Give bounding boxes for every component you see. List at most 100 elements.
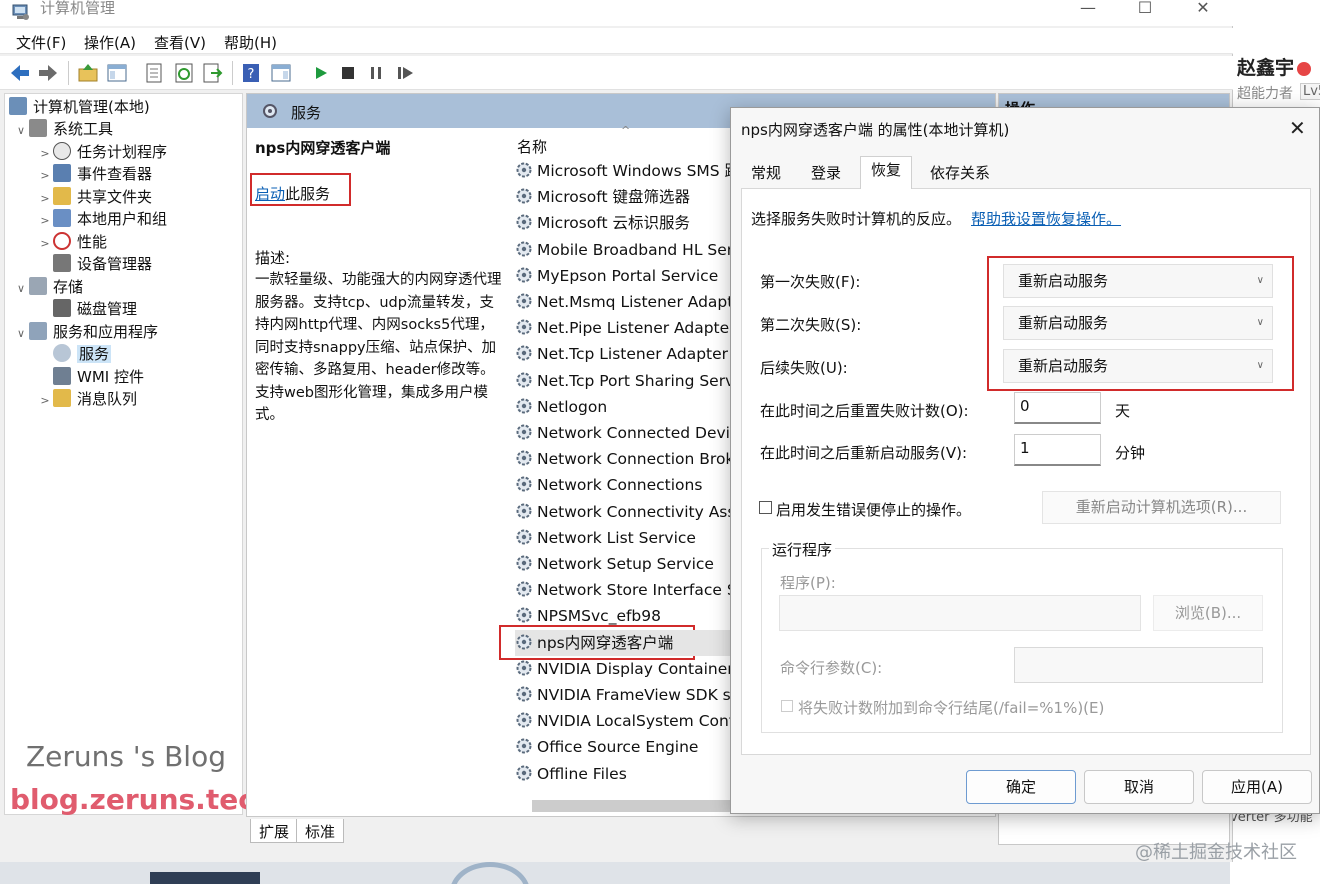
recovery-help-link[interactable]: 帮助我设置恢复操作。	[971, 208, 1121, 229]
service-name: Network Store Interface Se...	[537, 581, 745, 600]
apply-button[interactable]: 应用(A)	[1202, 770, 1312, 804]
tree-item-wmi-control[interactable]: WMI 控件	[37, 366, 144, 388]
chevron-down-icon[interactable]: ∨	[13, 278, 29, 300]
gear-icon	[516, 267, 532, 283]
service-row[interactable]: Network Connections	[515, 472, 745, 498]
dialog-close-button[interactable]: ✕	[1289, 116, 1306, 140]
restart-service-input[interactable]: 1	[1014, 434, 1101, 466]
tree-item-disk-management[interactable]: 磁盘管理	[37, 298, 137, 320]
chevron-right-icon[interactable]: >	[37, 143, 53, 165]
refresh-icon[interactable]	[173, 62, 195, 84]
service-row[interactable]: Network Connection Broker	[515, 446, 745, 472]
menu-file[interactable]: 文件(F)	[16, 32, 66, 53]
chevron-right-icon[interactable]: >	[37, 188, 53, 210]
service-row[interactable]: Microsoft 键盘筛选器	[515, 184, 745, 210]
tree-item-services-and-apps[interactable]: ∨ 服务和应用程序	[13, 321, 158, 343]
minimize-button[interactable]: —	[1065, 0, 1111, 18]
restart-service-label: 在此时间之后重新启动服务(V):	[760, 444, 968, 462]
cancel-button[interactable]: 取消	[1084, 770, 1194, 804]
service-row[interactable]: MyEpson Portal Service	[515, 263, 745, 289]
service-row[interactable]: Offline Files	[515, 761, 745, 787]
tree-item-system-tools[interactable]: ∨ 系统工具	[13, 118, 113, 140]
tab-extended[interactable]: 扩展	[250, 819, 299, 843]
resume-icon[interactable]	[394, 62, 416, 84]
gear-icon	[516, 241, 532, 257]
tab-dependencies[interactable]: 依存关系	[920, 160, 1000, 188]
service-row[interactable]: NVIDIA LocalSystem Conta...	[515, 708, 745, 734]
append-fail-count-checkbox[interactable]	[781, 700, 793, 712]
service-row[interactable]: Microsoft Windows SMS 路...	[515, 158, 745, 184]
ok-button[interactable]: 确定	[966, 770, 1076, 804]
play-icon[interactable]	[310, 62, 332, 84]
stop-icon[interactable]	[337, 62, 359, 84]
tree-item-shared-folders[interactable]: > 共享文件夹	[37, 186, 152, 208]
stop-on-error-checkbox[interactable]	[759, 501, 772, 514]
service-row[interactable]: NVIDIA Display Container LS	[515, 656, 745, 682]
service-row[interactable]: Network Connectivity Assis...	[515, 499, 745, 525]
service-name: Net.Tcp Listener Adapter	[537, 345, 729, 364]
reset-count-label: 在此时间之后重置失败计数(O):	[760, 402, 969, 420]
show-hide-tree-icon[interactable]	[106, 62, 128, 84]
program-input[interactable]	[779, 595, 1141, 631]
menu-action[interactable]: 操作(A)	[84, 32, 136, 53]
service-row[interactable]: Network Connected Devic...	[515, 420, 745, 446]
tree-item-computer-management[interactable]: 计算机管理(本地)	[9, 96, 150, 118]
forward-icon[interactable]	[37, 62, 59, 84]
start-service-link[interactable]: 启动	[255, 183, 285, 204]
restart-computer-options-button[interactable]: 重新启动计算机选项(R)...	[1042, 491, 1281, 524]
tree-item-device-manager[interactable]: 设备管理器	[37, 253, 152, 275]
gear-icon	[516, 607, 532, 623]
properties-icon[interactable]	[143, 62, 165, 84]
tab-standard[interactable]: 标准	[296, 819, 345, 843]
chevron-right-icon[interactable]: >	[37, 233, 53, 255]
column-header-name[interactable]: 名称	[517, 136, 547, 157]
service-row[interactable]: NPSMSvc_efb98	[515, 603, 745, 629]
tab-logon[interactable]: 登录	[801, 160, 851, 188]
maximize-button[interactable]: ☐	[1122, 0, 1168, 18]
chevron-right-icon[interactable]: >	[37, 390, 53, 412]
chevron-down-icon[interactable]: ∨	[13, 323, 29, 345]
gear-icon	[516, 188, 532, 204]
tree-item-local-users[interactable]: > 本地用户和组	[37, 208, 167, 230]
pause-icon[interactable]	[365, 62, 387, 84]
gear-icon	[516, 214, 532, 230]
service-row[interactable]: Netlogon	[515, 394, 745, 420]
reset-count-input[interactable]: 0	[1014, 392, 1101, 424]
browse-button[interactable]: 浏览(B)...	[1153, 595, 1263, 631]
command-args-input[interactable]	[1014, 647, 1263, 683]
chevron-down-icon[interactable]: ∨	[13, 120, 29, 142]
service-row[interactable]: Network Setup Service	[515, 551, 745, 577]
tab-general[interactable]: 常规	[741, 160, 791, 188]
service-row[interactable]: Microsoft 云标识服务	[515, 210, 745, 236]
service-row[interactable]: Net.Tcp Port Sharing Service	[515, 368, 745, 394]
tab-recovery[interactable]: 恢复	[860, 156, 913, 189]
service-row[interactable]: NVIDIA FrameView SDK se...	[515, 682, 745, 708]
export-icon[interactable]	[201, 62, 223, 84]
horizontal-scrollbar[interactable]	[532, 800, 732, 812]
tree-item-task-scheduler[interactable]: > 任务计划程序	[37, 141, 167, 163]
tree-item-message-queuing[interactable]: > 消息队列	[37, 388, 137, 410]
service-row[interactable]: Net.Tcp Listener Adapter	[515, 341, 745, 367]
tree-item-services[interactable]: 服务	[37, 343, 112, 365]
tree-item-performance[interactable]: > 性能	[37, 231, 107, 253]
service-row[interactable]: Office Source Engine	[515, 734, 745, 760]
up-folder-icon[interactable]	[77, 62, 99, 84]
menu-help[interactable]: 帮助(H)	[224, 32, 277, 53]
service-row[interactable]: Mobile Broadband HL Servi...	[515, 237, 745, 263]
service-row[interactable]: Net.Msmq Listener Adapter	[515, 289, 745, 315]
chevron-right-icon[interactable]: >	[37, 210, 53, 232]
menu-view[interactable]: 查看(V)	[154, 32, 206, 53]
message-queue-icon	[53, 389, 71, 407]
toolbar-separator	[232, 61, 233, 85]
service-row[interactable]: Network List Service	[515, 525, 745, 551]
show-hide-action-icon[interactable]	[270, 62, 292, 84]
service-row[interactable]: Network Store Interface Se...	[515, 577, 745, 603]
description-label: 描述:	[255, 249, 291, 267]
service-row[interactable]: Net.Pipe Listener Adapter	[515, 315, 745, 341]
close-button[interactable]: ✕	[1180, 0, 1226, 18]
chevron-right-icon[interactable]: >	[37, 165, 53, 187]
help-icon[interactable]: ?	[240, 62, 262, 84]
tree-item-event-viewer[interactable]: > 事件查看器	[37, 163, 152, 185]
tree-item-storage[interactable]: ∨ 存储	[13, 276, 83, 298]
back-icon[interactable]	[9, 62, 31, 84]
